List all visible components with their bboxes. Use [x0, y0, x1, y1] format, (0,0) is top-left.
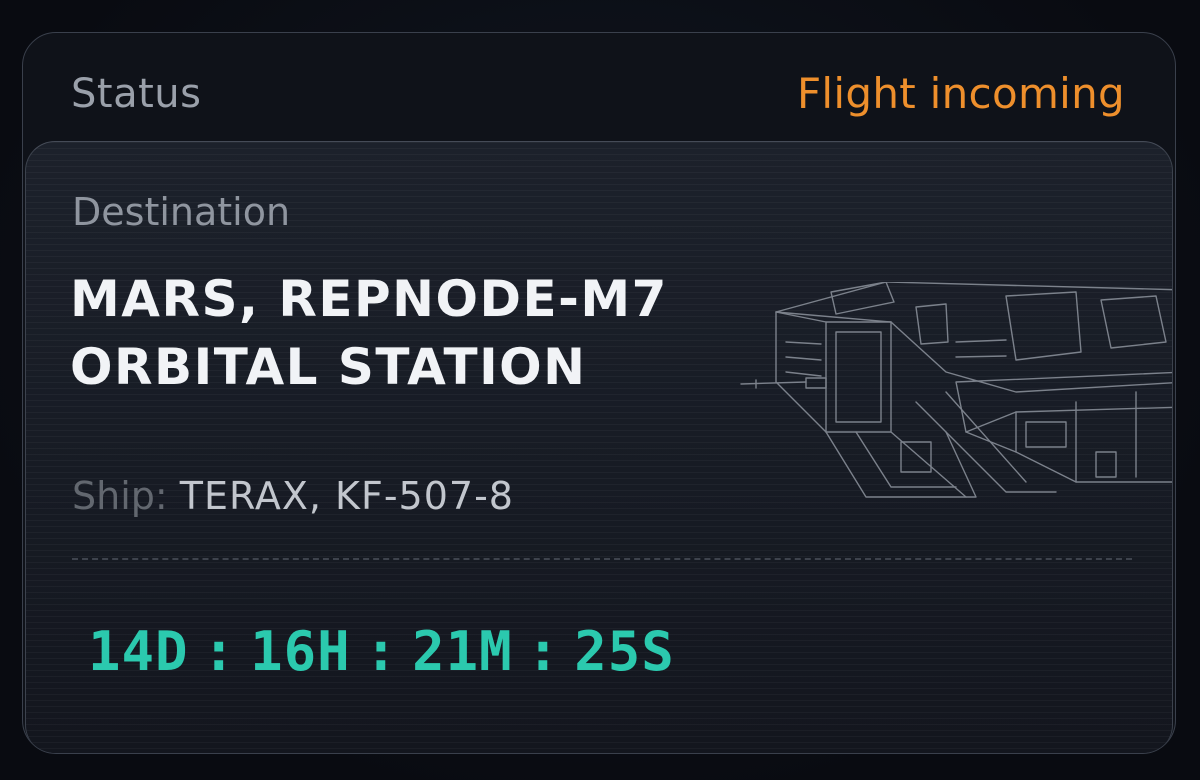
destination-name-line-2: ORBITAL STATION [70, 338, 587, 396]
spaceship-wireframe-icon [740, 282, 1172, 498]
destination-name-line-1: MARS, REPNODE-M7 [70, 270, 668, 328]
status-label: Status [71, 71, 202, 117]
countdown-separator: : [364, 620, 399, 683]
destination-panel: Destination MARS, REPNODE-M7 ORBITAL STA… [25, 141, 1173, 753]
countdown-hours: 16H [250, 620, 351, 683]
countdown-seconds: 25S [574, 620, 675, 683]
countdown-minutes: 21M [412, 620, 513, 683]
dashed-divider [72, 558, 1132, 560]
status-value: Flight incoming [796, 69, 1125, 118]
countdown-separator: : [526, 620, 561, 683]
ship-value: TERAX, KF-507-8 [179, 474, 514, 518]
status-row: Status Flight incoming [23, 33, 1175, 145]
countdown-timer: 14D:16H:21M:25S [88, 620, 675, 683]
countdown-separator: : [202, 620, 237, 683]
countdown-days: 14D [88, 620, 189, 683]
ship-info: Ship: TERAX, KF-507-8 [72, 474, 514, 518]
flight-status-card: Status Flight incoming Destination MARS,… [22, 32, 1176, 754]
destination-label: Destination [72, 190, 291, 234]
ship-label: Ship: [72, 474, 168, 518]
